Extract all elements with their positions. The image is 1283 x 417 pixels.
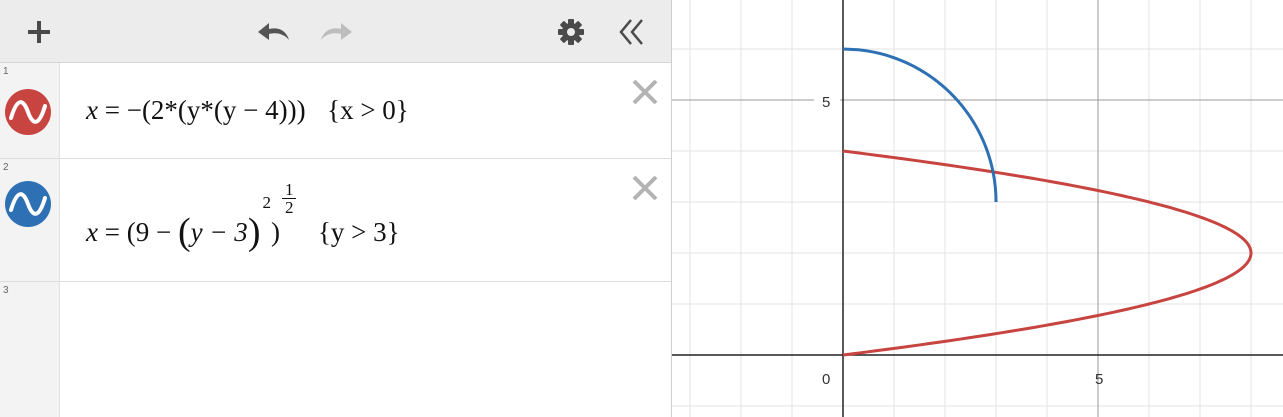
equals-sign: = [104,217,120,247]
expression-row[interactable]: 2 x = (9 − (y − 3)2) 1 2 {y > 3} [0,159,671,282]
expression-row[interactable]: 1 x = −(2*(y*(y − 4))) {x > 0} [0,63,671,159]
close-icon [630,79,660,111]
exponent-numerator: 1 [281,181,297,199]
expression-rhs: −(2*(y*(y − 4))) [126,95,306,125]
plus-icon [26,19,52,45]
base-close: ) [270,217,280,247]
redo-icon [318,21,354,43]
exponent-denominator: 2 [284,198,294,217]
expression-index: 2 [3,162,9,173]
graph-svg: 5 0 5 [672,0,1283,417]
add-item-button[interactable] [20,0,58,63]
domain-restriction: {y > 3} [317,217,400,247]
graph-canvas[interactable]: 5 0 5 [672,0,1283,417]
lhs-variable: x [86,95,98,125]
expression-gutter: 3 [0,282,60,417]
domain-restriction: {x > 0} [327,95,409,125]
curve-color-icon[interactable] [5,89,51,135]
lhs-variable: x [86,217,98,247]
curve-color-icon[interactable] [5,181,51,227]
expression-gutter: 2 [0,159,60,281]
double-chevron-left-icon [617,17,647,47]
redo-button[interactable] [314,0,358,63]
undo-button[interactable] [252,0,296,63]
expression-panel: 1 x = −(2*(y*(y − 4))) {x > 0} 2 x = (9 … [0,0,672,417]
inner-expression: y − 3 [190,217,248,247]
gear-icon [557,18,585,46]
expression-index: 3 [3,285,9,296]
expression-gutter: 1 [0,63,60,158]
undo-icon [256,21,292,43]
origin-label: 0 [822,371,830,388]
delete-expression-button[interactable] [630,77,660,107]
y-tick-label-5: 5 [822,94,830,111]
base-open: (9 − [126,217,178,247]
x-tick-label-5: 5 [1095,371,1103,388]
expression-formula[interactable]: x = −(2*(y*(y − 4))) {x > 0} [86,95,409,126]
delete-expression-button[interactable] [630,173,660,203]
close-icon [630,175,660,207]
inner-exponent: 2 [262,193,271,212]
expression-list: 1 x = −(2*(y*(y − 4))) {x > 0} 2 x = (9 … [0,63,671,417]
paren-open: ( [177,211,191,253]
desmos-calculator: 1 x = −(2*(y*(y − 4))) {x > 0} 2 x = (9 … [0,0,1283,417]
equals-sign: = [104,95,120,125]
paren-close: ) [247,211,261,253]
collapse-panel-button[interactable] [612,0,652,63]
expression-index: 1 [3,66,9,77]
empty-expression-row[interactable]: 3 [0,282,671,417]
settings-button[interactable] [552,0,590,63]
blue-arc-curve[interactable] [842,47,998,202]
expression-toolbar [0,0,671,63]
expression-formula[interactable]: x = (9 − (y − 3)2) 1 2 {y > 3} [86,181,400,253]
outer-exponent: 12 [281,181,297,217]
